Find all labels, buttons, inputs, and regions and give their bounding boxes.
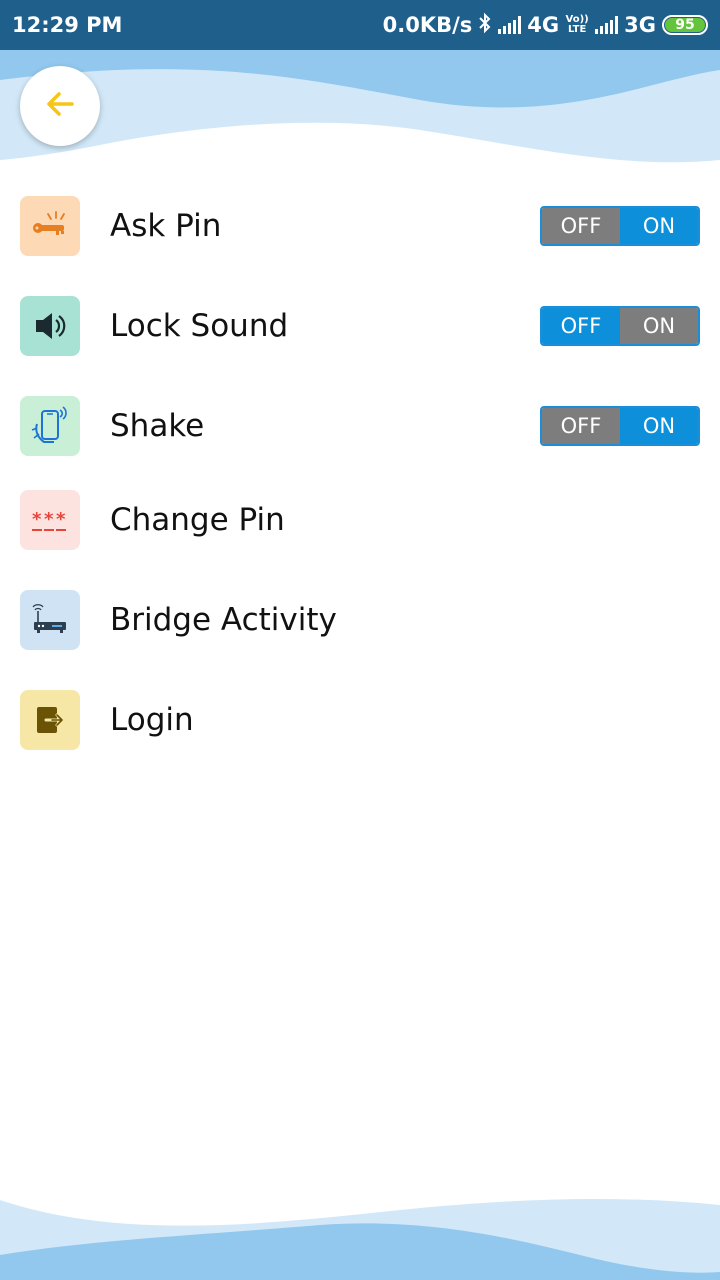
setting-label: Change Pin — [110, 502, 285, 538]
volte-badge: Vo)) LTE — [565, 14, 589, 35]
shake-toggle[interactable]: OFF ON — [540, 406, 700, 446]
signal-icon — [498, 16, 522, 34]
arrow-left-icon — [42, 86, 78, 127]
router-icon — [20, 590, 80, 650]
toggle-on-option[interactable]: ON — [620, 208, 698, 244]
login-icon — [20, 690, 80, 750]
toggle-off-option[interactable]: OFF — [542, 408, 620, 444]
svg-text:*: * — [44, 509, 54, 530]
setting-row-change-pin[interactable]: * * * Change Pin — [0, 490, 720, 550]
network-type-2: 3G — [624, 13, 656, 37]
bottom-wave-decoration — [0, 1198, 720, 1280]
setting-row-ask-pin: Ask Pin OFF ON — [0, 196, 720, 256]
setting-label: Ask Pin — [110, 208, 222, 244]
setting-label: Bridge Activity — [110, 602, 337, 638]
setting-label: Shake — [110, 408, 205, 444]
status-indicators: 0.0KB/s 4G Vo)) LTE 3G 95 — [383, 12, 708, 39]
setting-row-lock-sound: Lock Sound OFF ON — [0, 296, 720, 356]
key-icon — [20, 196, 80, 256]
toggle-on-option[interactable]: ON — [620, 408, 698, 444]
battery-level: 95 — [665, 18, 705, 32]
status-time: 12:29 PM — [12, 13, 123, 37]
status-bar: 12:29 PM 0.0KB/s 4G Vo)) LTE 3G 95 — [0, 0, 720, 50]
phone-shake-icon — [20, 396, 80, 456]
toggle-off-option[interactable]: OFF — [542, 208, 620, 244]
lock-sound-toggle[interactable]: OFF ON — [540, 306, 700, 346]
network-speed: 0.0KB/s — [382, 13, 473, 37]
svg-text:*: * — [56, 509, 66, 530]
setting-label: Login — [110, 702, 194, 738]
network-type-1: 4G — [527, 13, 560, 37]
toggle-on-option[interactable]: ON — [620, 308, 698, 344]
setting-row-shake: Shake OFF ON — [0, 396, 720, 456]
ask-pin-toggle[interactable]: OFF ON — [540, 206, 700, 246]
password-icon: * * * — [20, 490, 80, 550]
back-button[interactable] — [20, 66, 100, 146]
setting-label: Lock Sound — [110, 308, 289, 344]
signal-icon — [595, 16, 619, 34]
battery-icon: 95 — [662, 15, 708, 35]
setting-row-login[interactable]: Login — [0, 690, 720, 750]
speaker-icon — [20, 296, 80, 356]
svg-text:*: * — [32, 509, 42, 530]
bluetooth-icon — [478, 12, 492, 39]
toggle-off-option[interactable]: OFF — [542, 308, 620, 344]
top-wave-decoration — [0, 50, 720, 163]
setting-row-bridge-activity[interactable]: Bridge Activity — [0, 590, 720, 650]
